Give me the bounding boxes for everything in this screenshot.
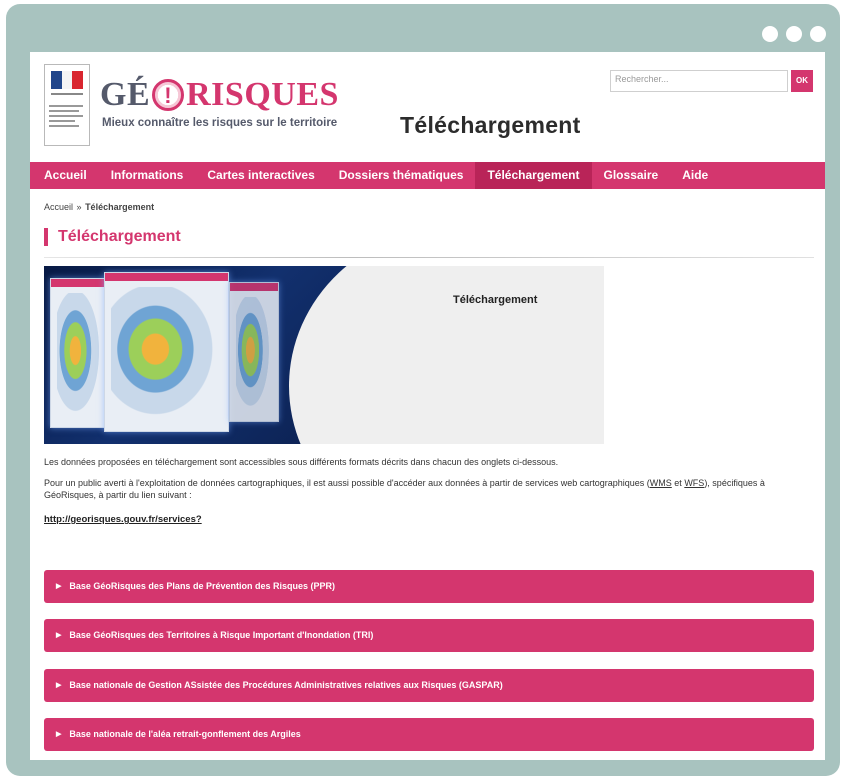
nav-item-accueil[interactable]: Accueil	[30, 162, 99, 189]
window-menu-dots-icon[interactable]	[762, 26, 826, 42]
breadcrumb-current: Téléchargement	[85, 202, 155, 212]
intro-text: Les données proposées en téléchargement …	[44, 457, 559, 467]
ministry-logo[interactable]	[44, 64, 90, 146]
logo-tagline: Mieux connaître les risques sur le terri…	[102, 117, 338, 129]
nav-item-cartes-interactives[interactable]: Cartes interactives	[195, 162, 326, 189]
accordion-label: Base GéoRisques des Territoires à Risque…	[69, 630, 374, 640]
banner-title: Téléchargement	[453, 294, 538, 306]
accordion-argiles[interactable]: ▶ Base nationale de l'aléa retrait-gonfle…	[44, 718, 814, 751]
page-title: Téléchargement	[44, 228, 181, 246]
caret-right-icon: ▶	[56, 682, 62, 689]
breadcrumb-home-link[interactable]: Accueil	[44, 202, 73, 212]
heading-divider	[44, 257, 814, 258]
dot-icon	[810, 26, 826, 42]
caret-right-icon: ▶	[56, 731, 62, 738]
warning-icon: !	[152, 79, 185, 111]
nav-item-informations[interactable]: Informations	[99, 162, 196, 189]
caret-right-icon: ▶	[56, 583, 62, 590]
web-page: GÉ! RISQUES Mieux connaître les risques s…	[30, 52, 825, 760]
caret-right-icon: ▶	[56, 632, 62, 639]
accordion-label: Base nationale de Gestion ASsistée des P…	[69, 680, 503, 690]
accordion-ppr[interactable]: ▶ Base GéoRisques des Plans de Prévention…	[44, 570, 814, 603]
georisques-logo[interactable]: GÉ! RISQUES Mieux connaître les risques s…	[100, 76, 338, 138]
french-flag-icon	[51, 71, 84, 89]
section-title: Téléchargement	[400, 112, 581, 138]
accordion-label: Base GéoRisques des Plans de Prévention …	[69, 581, 335, 591]
wms-link[interactable]: WMS	[650, 478, 672, 488]
accordion-gaspar[interactable]: ▶ Base nationale de Gestion ASsistée des …	[44, 669, 814, 702]
screenshot-thumbnail	[104, 272, 229, 432]
nav-item-aide[interactable]: Aide	[670, 162, 720, 189]
intro-and: et	[671, 478, 685, 488]
site-header: GÉ! RISQUES Mieux connaître les risques s…	[30, 52, 825, 162]
dot-icon	[786, 26, 802, 42]
breadcrumb-separator: »	[76, 202, 82, 212]
intro-services-part1: Pour un public averti à l'exploitation d…	[44, 478, 650, 488]
services-link[interactable]: http://georisques.gouv.fr/services?	[44, 514, 202, 525]
accordion-tri[interactable]: ▶ Base GéoRisques des Territoires à Risqu…	[44, 619, 814, 652]
nav-item-telechargement[interactable]: Téléchargement	[475, 162, 592, 189]
nav-item-glossaire[interactable]: Glossaire	[592, 162, 671, 189]
search-ok-button[interactable]: OK	[791, 70, 813, 92]
logo-text-risques: RISQUES	[186, 76, 339, 113]
logo-text-ge: GÉ	[100, 76, 151, 113]
main-nav: Accueil Informations Cartes interactives…	[30, 162, 825, 189]
wfs-link[interactable]: WFS	[684, 478, 704, 488]
screenshot-thumbnail	[229, 282, 279, 422]
dot-icon	[762, 26, 778, 42]
screenshot-thumbnail	[50, 278, 110, 428]
intro-services-text: Pour un public averti à l'exploitation d…	[44, 477, 814, 501]
nav-item-dossiers-thematiques[interactable]: Dossiers thématiques	[327, 162, 476, 189]
breadcrumb: Accueil » Téléchargement	[44, 202, 154, 212]
search-input[interactable]: Rechercher...	[610, 70, 788, 92]
banner-image: Téléchargement	[44, 266, 604, 444]
accordion-label: Base nationale de l'aléa retrait-gonflem…	[69, 729, 301, 739]
